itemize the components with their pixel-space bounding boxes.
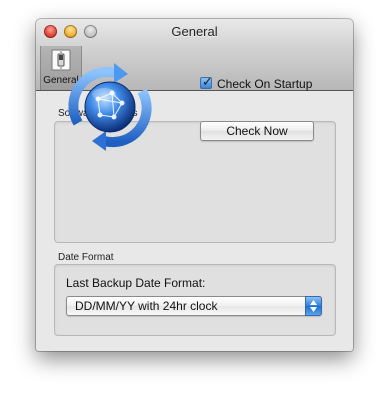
date-format-select[interactable]: DD/MM/YY with 24hr clock bbox=[66, 296, 322, 316]
window-title: General bbox=[171, 24, 218, 39]
last-backup-date-format-label: Last Backup Date Format: bbox=[66, 276, 206, 290]
preferences-window: General General Software Updates bbox=[36, 19, 353, 351]
check-on-startup-label: Check On Startup bbox=[217, 77, 313, 91]
date-format-selected-value: DD/MM/YY with 24hr clock bbox=[75, 299, 218, 313]
check-now-button[interactable]: Check Now bbox=[200, 121, 314, 141]
date-format-label: Date Format bbox=[58, 252, 114, 263]
software-update-globe-icon bbox=[68, 63, 152, 151]
updown-arrows-icon bbox=[305, 296, 322, 316]
checkmark-icon: ✓ bbox=[202, 74, 213, 89]
check-on-startup-checkbox[interactable]: ✓ bbox=[200, 74, 213, 89]
